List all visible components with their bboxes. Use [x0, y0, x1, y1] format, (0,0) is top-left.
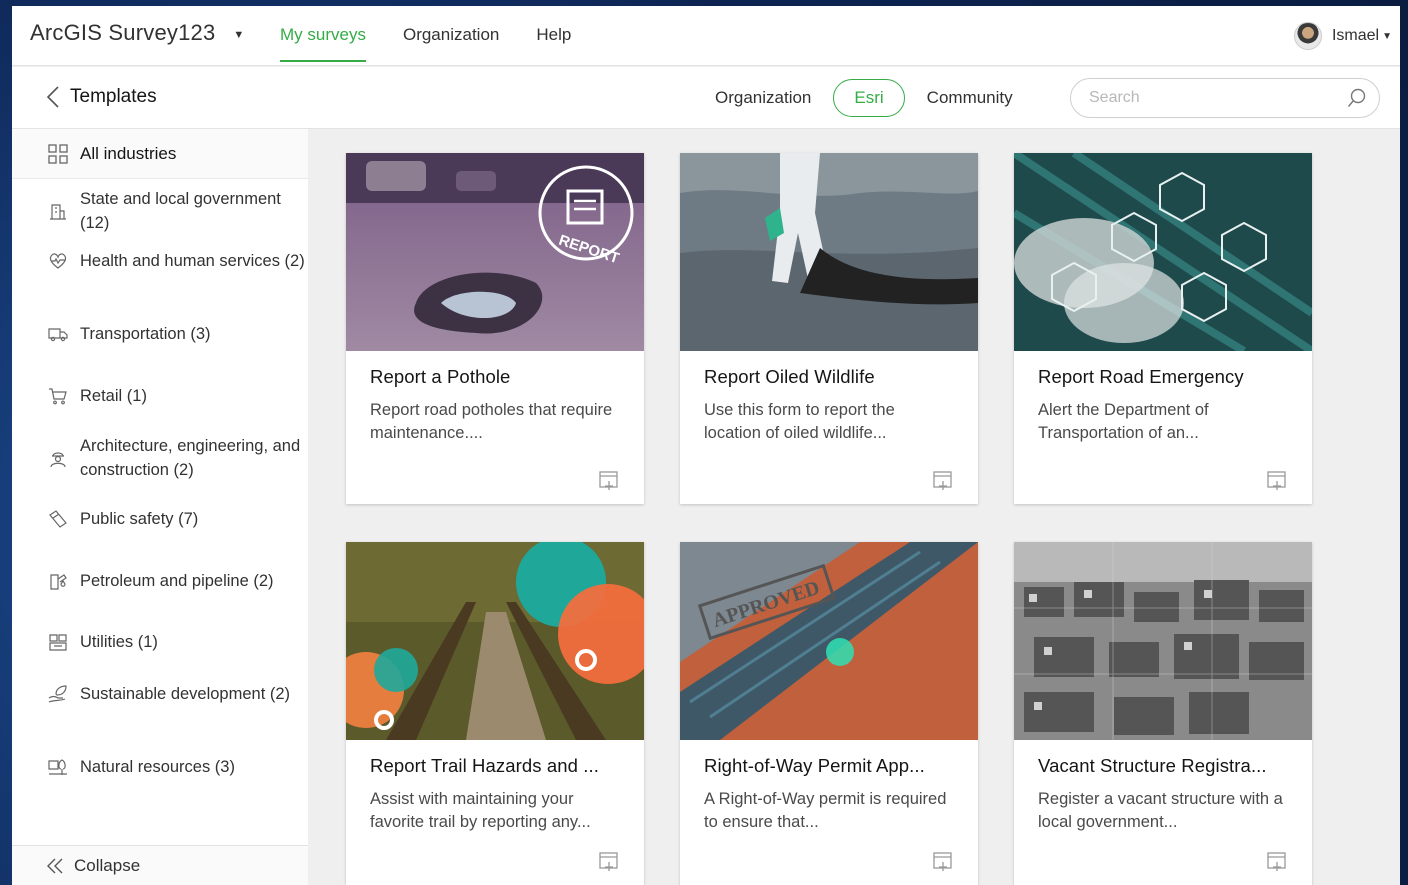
- chevron-left-icon: [46, 86, 59, 108]
- card-title: Report Trail Hazards and ...: [370, 755, 600, 776]
- templates-title: Templates: [70, 86, 157, 107]
- sidebar-item-architecture-engineering[interactable]: Architecture, engineering, and construct…: [12, 434, 305, 482]
- card-title: Report Oiled Wildlife: [704, 366, 875, 387]
- top-nav: ArcGIS Survey123 ▼ My surveys Organizati…: [12, 6, 1400, 66]
- card-description: A Right-of-Way permit is required to ens…: [704, 790, 947, 831]
- sidebar-item-retail[interactable]: Retail (1): [12, 384, 305, 408]
- industry-sidebar: All industries State and local governmen…: [12, 129, 308, 885]
- preview-icon[interactable]: [598, 851, 620, 873]
- sidebar-item-label: Transportation (3): [80, 325, 211, 343]
- sidebar-item-label: Utilities (1): [80, 633, 158, 651]
- card-thumbnail: [1014, 542, 1312, 740]
- grid-icon: [48, 143, 68, 164]
- sidebar-item-state-local-government[interactable]: State and local government (12): [12, 187, 305, 235]
- nav-my-surveys[interactable]: My surveys: [280, 6, 366, 62]
- sidebar-item-label: All industries: [80, 143, 177, 163]
- brand-title: ArcGIS Survey123: [30, 20, 216, 45]
- nav-help[interactable]: Help: [536, 6, 571, 64]
- preview-icon[interactable]: [1266, 470, 1288, 492]
- filter-esri[interactable]: Esri: [833, 79, 905, 117]
- preview-icon[interactable]: [598, 470, 620, 492]
- card-title: Report Road Emergency: [1038, 366, 1244, 387]
- preview-icon[interactable]: [1266, 851, 1288, 873]
- sidebar-item-health-human-services[interactable]: Health and human services (2): [12, 249, 305, 273]
- template-card-pothole[interactable]: REPORT Report a Pothole Report road poth…: [346, 153, 644, 504]
- templates-header: Templates Organization Esri Community: [12, 67, 1400, 129]
- template-card-road-emergency[interactable]: Report Road Emergency Alert the Departme…: [1014, 153, 1312, 504]
- card-thumbnail: [346, 542, 644, 740]
- template-card-right-of-way[interactable]: APPROVED Right-of-Way Permit App... A Ri…: [680, 542, 978, 885]
- sidebar-item-label: Architecture, engineering, and construct…: [80, 437, 301, 479]
- oil-drop-icon: [50, 574, 67, 590]
- preview-icon[interactable]: [932, 470, 954, 492]
- sidebar-item-label: Natural resources (3): [80, 758, 235, 776]
- truck-icon: [48, 328, 68, 342]
- sidebar-item-label: State and local government (12): [80, 190, 281, 232]
- search-box: [1070, 78, 1380, 118]
- search-icon[interactable]: [1347, 88, 1367, 108]
- template-card-oiled-wildlife[interactable]: Report Oiled Wildlife Use this form to r…: [680, 153, 978, 504]
- search-input[interactable]: [1089, 89, 1329, 107]
- card-description: Report road potholes that require mainte…: [370, 401, 613, 442]
- brand-caret-icon[interactable]: ▼: [233, 29, 244, 41]
- card-description: Assist with maintaining your favorite tr…: [370, 790, 591, 831]
- user-name: Ismael: [1331, 27, 1380, 44]
- app-brand[interactable]: ArcGIS Survey123 ▼: [30, 20, 244, 46]
- sidebar-item-label: Public safety (7): [80, 510, 199, 528]
- double-chevron-left-icon: [47, 858, 63, 873]
- sidebar-item-all-industries[interactable]: All industries: [12, 129, 308, 179]
- tree-icon: [48, 759, 67, 775]
- source-filters: Organization Esri Community: [715, 79, 1013, 117]
- card-thumbnail: [1014, 153, 1312, 351]
- worker-icon: [50, 452, 66, 468]
- sidebar-item-natural-resources[interactable]: Natural resources (3): [12, 755, 305, 779]
- heart-pulse-icon: [49, 253, 67, 269]
- sidebar-item-utilities[interactable]: Utilities (1): [12, 630, 305, 654]
- sidebar-item-transportation[interactable]: Transportation (3): [12, 322, 305, 346]
- card-thumbnail: REPORT: [346, 153, 644, 351]
- filter-community[interactable]: Community: [927, 81, 1013, 115]
- avatar: [1293, 22, 1322, 50]
- collapse-button[interactable]: Collapse: [12, 845, 308, 885]
- building-icon: [50, 204, 66, 220]
- card-thumbnail: APPROVED: [680, 542, 978, 740]
- sidebar-item-public-safety[interactable]: Public safety (7): [12, 507, 305, 531]
- nav-organization[interactable]: Organization: [403, 6, 499, 64]
- preview-icon[interactable]: [932, 851, 954, 873]
- sidebar-item-label: Health and human services (2): [80, 252, 305, 270]
- main-nav: My surveys Organization Help: [280, 6, 571, 66]
- utility-pole-icon: [49, 634, 67, 651]
- user-caret-icon: ▼: [1382, 30, 1392, 42]
- filter-organization[interactable]: Organization: [715, 81, 811, 115]
- templates-back-button[interactable]: Templates: [46, 86, 157, 108]
- sidebar-item-sustainable-development[interactable]: Sustainable development (2): [12, 682, 305, 706]
- sidebar-item-label: Retail (1): [80, 387, 147, 405]
- sidebar-item-label: Petroleum and pipeline (2): [80, 572, 274, 590]
- template-card-trail-hazards[interactable]: Report Trail Hazards and ... Assist with…: [346, 542, 644, 885]
- user-menu[interactable]: Ismael ▼: [1293, 22, 1392, 50]
- leaf-hand-icon: [48, 685, 67, 703]
- card-description: Use this form to report the location of …: [704, 401, 895, 442]
- card-title: Vacant Structure Registra...: [1038, 755, 1267, 776]
- cart-icon: [49, 388, 67, 405]
- template-card-vacant-structure[interactable]: Vacant Structure Registra... Register a …: [1014, 542, 1312, 885]
- shield-icon: [49, 510, 67, 528]
- sidebar-item-petroleum-pipeline[interactable]: Petroleum and pipeline (2): [12, 569, 305, 593]
- survey123-window: ArcGIS Survey123 ▼ My surveys Organizati…: [12, 6, 1400, 885]
- card-description: Register a vacant structure with a local…: [1038, 790, 1283, 831]
- card-thumbnail: [680, 153, 978, 351]
- card-description: Alert the Department of Transportation o…: [1038, 401, 1209, 442]
- card-title: Report a Pothole: [370, 366, 511, 387]
- collapse-label: Collapse: [74, 855, 141, 875]
- sidebar-item-label: Sustainable development (2): [80, 685, 291, 703]
- card-title: Right-of-Way Permit App...: [704, 755, 925, 776]
